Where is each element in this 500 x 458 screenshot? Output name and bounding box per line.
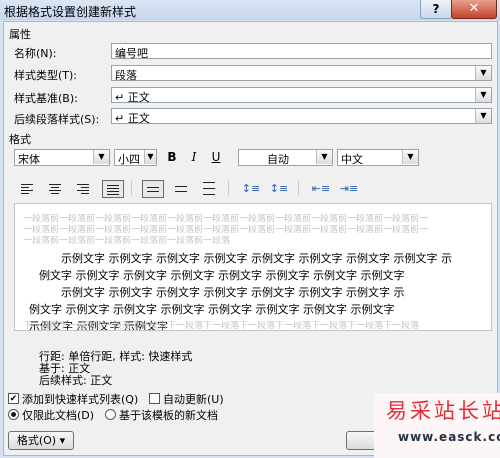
name-input[interactable]: 编号吧 (111, 43, 492, 60)
format-menu-button[interactable]: 格式(O) ▾ (8, 431, 74, 450)
only-this-document-radio[interactable] (8, 409, 19, 420)
previous-paragraph-line: 一段落前一段落前一段落前一段落前一段落前一段落前一段落前一段落前一段落前一段落前… (23, 225, 429, 235)
paragraph-toolbar: ↕≡ ↕≡ ⇤≡ ⇥≡ (0, 180, 500, 200)
align-center-icon[interactable] (44, 180, 66, 198)
name-input-value: 编号吧 (115, 47, 148, 60)
style-description: 行距: 单倍行距, 样式: 快速样式 基于: 正文 后续样式: 正文 (14, 333, 492, 387)
bold-button[interactable]: B (164, 149, 180, 166)
add-to-quick-styles-label: 添加到快速样式列表(Q) (22, 393, 139, 406)
toolbar-separator (228, 181, 229, 195)
align-right-icon[interactable] (72, 180, 94, 198)
site-watermark: 易采站长站 www.easck.com (374, 393, 500, 458)
decrease-indent-icon[interactable]: ⇤≡ (310, 180, 332, 198)
previous-paragraph-line: 一段落前一段落前一段落前一段落前一段落前一段落 (23, 236, 231, 246)
font-color-value: 自动 (267, 153, 289, 166)
next-style-select[interactable]: ↵ 正文 ▼ (111, 108, 492, 125)
increase-spacing-before-icon[interactable]: ↕≡ (240, 180, 262, 198)
description-following-style: 后续样式: 正文 (39, 374, 113, 387)
sample-line: 示例文字 示例文字 示例文字 示例文字 示例文字 示例文字 示例文字 示例文字 … (61, 252, 452, 265)
add-to-quick-styles-checkbox[interactable]: ✔ (8, 393, 19, 404)
preview-pane: 一段落前一段落前一段落前一段落前一段落前一段落前一段落前一段落前一段落前一段落前… (14, 203, 492, 331)
chevron-down-icon[interactable]: ▼ (144, 150, 156, 164)
justify-icon[interactable] (102, 180, 124, 198)
chevron-down-icon[interactable]: ▼ (475, 88, 491, 102)
sample-text: 示例文字 示例文字 示例文字 示例文字 示例文字 示例文字 示例文字 示例文字 … (29, 250, 481, 330)
increase-indent-icon[interactable]: ⇥≡ (338, 180, 360, 198)
new-documents-template-radio[interactable] (105, 409, 116, 420)
language-select[interactable]: 中文 ▼ (337, 149, 419, 166)
close-button[interactable]: ✕ (451, 0, 497, 19)
next-style-value: ↵ 正文 (115, 112, 150, 125)
single-spacing-icon[interactable] (142, 180, 164, 198)
style-base-select[interactable]: ↵ 正文 ▼ (111, 87, 492, 104)
italic-button[interactable]: I (186, 149, 202, 166)
help-button[interactable]: ? (420, 0, 452, 19)
font-size-select[interactable]: 小四 ▼ (114, 149, 157, 166)
font-value: 宋体 (18, 153, 40, 166)
chevron-down-icon[interactable]: ▼ (475, 66, 491, 80)
language-value: 中文 (341, 153, 363, 166)
style-base-label: 样式基准(B): (14, 92, 78, 105)
decrease-spacing-before-icon[interactable]: ↕≡ (268, 180, 290, 198)
chevron-down-icon[interactable]: ▼ (316, 150, 332, 164)
next-style-label: 后续段落样式(S): (14, 113, 100, 126)
title-bar: 根据格式设置创建新样式 ? ✕ (0, 0, 500, 20)
font-color-select[interactable]: 自动 ▼ (238, 149, 333, 166)
one-half-spacing-icon[interactable] (170, 180, 192, 198)
style-type-select[interactable]: 段落 ▼ (111, 65, 492, 82)
sample-line: 例文字 示例文字 示例文字 示例文字 示例文字 示例文字 示例文字 示例文字 (29, 303, 395, 316)
chevron-down-icon[interactable]: ▼ (475, 109, 491, 123)
underline-button[interactable]: U (208, 149, 224, 166)
font-size-value: 小四 (118, 153, 140, 166)
only-this-document-label: 仅限此文档(D) (22, 409, 95, 422)
window-title: 根据格式设置创建新样式 (4, 5, 137, 19)
toolbar-separator (131, 181, 132, 195)
style-type-label: 样式类型(T): (14, 69, 78, 82)
style-base-value: ↵ 正文 (115, 91, 150, 104)
style-type-value: 段落 (115, 69, 137, 82)
previous-paragraph-line: 一段落前一段落前一段落前一段落前一段落前一段落前一段落前一段落前一段落前一段落前… (23, 214, 429, 224)
auto-update-label: 自动更新(U) (163, 393, 224, 406)
double-spacing-icon[interactable] (198, 180, 220, 198)
next-paragraph-line: 下一段落下一段落下一段落下一段落下一段落下一段落下一段落下一段落下一段落下一段落… (23, 321, 420, 331)
watermark-url: www.easck.com (398, 430, 500, 444)
new-documents-template-label: 基于该模板的新文档 (119, 409, 218, 422)
font-select[interactable]: 宋体 ▼ (14, 149, 110, 166)
watermark-text: 易采站长站 (386, 399, 500, 423)
name-label: 名称(N): (14, 47, 57, 60)
align-left-icon[interactable] (16, 180, 38, 198)
properties-section-label: 属性 (9, 28, 31, 41)
sample-line: 示例文字 示例文字 示例文字 示例文字 示例文字 示例文字 示例文字 示 (61, 286, 405, 299)
toolbar-separator (298, 181, 299, 195)
chevron-down-icon[interactable]: ▼ (93, 150, 109, 164)
auto-update-checkbox[interactable] (149, 393, 160, 404)
format-section-label: 格式 (9, 133, 31, 146)
chevron-down-icon[interactable]: ▼ (402, 150, 418, 164)
sample-line: 例文字 示例文字 示例文字 示例文字 示例文字 示例文字 示例文字 示例文字 (39, 269, 405, 282)
